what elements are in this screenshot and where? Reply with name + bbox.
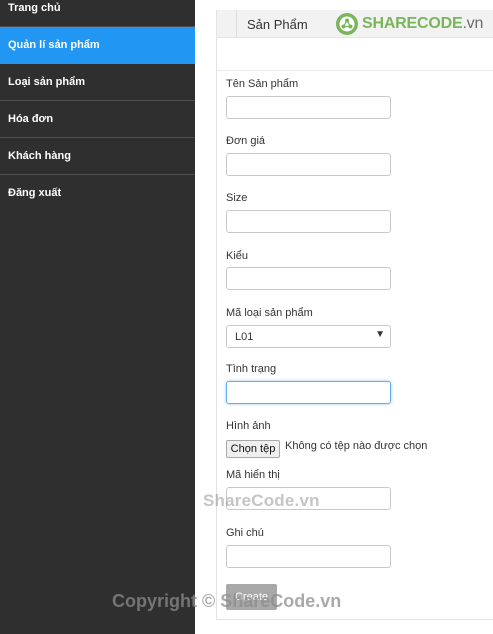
sidebar-item-label: Đăng xuất (8, 187, 62, 199)
header-divider (217, 10, 237, 38)
main-panel: Sản Phẩm SHARECODE.vn Tên Sản phẩm Đơn g… (216, 10, 493, 620)
sidebar-item-product-management[interactable]: Quản lí sản phẩm (0, 27, 195, 64)
choose-file-button[interactable]: Chọn tệp (226, 440, 280, 458)
sidebar: Trang chủ Quản lí sản phẩm Loại sản phẩm… (0, 0, 195, 634)
watermark-copyright: Copyright © ShareCode.vn (112, 591, 342, 611)
header-separator (217, 70, 493, 71)
panel-header: Sản Phẩm SHARECODE.vn (217, 10, 493, 38)
sidebar-item-product-types[interactable]: Loại sản phẩm (0, 64, 195, 101)
sidebar-item-label: Loại sản phẩm (8, 76, 86, 88)
sidebar-item-label: Quản lí sản phẩm (8, 39, 100, 51)
product-name-label: Tên Sản phẩm (226, 78, 299, 90)
note-label: Ghi chú (226, 527, 264, 539)
page-title: Sản Phẩm (247, 17, 308, 32)
category-code-select[interactable]: L01 ▼ (226, 325, 391, 348)
sharecode-logo-icon (336, 13, 358, 35)
sidebar-item-label: Khách hàng (8, 150, 71, 162)
style-input[interactable] (226, 267, 391, 290)
chevron-down-icon: ▼ (375, 329, 385, 340)
logo-text: SHARECODE.vn (362, 15, 484, 32)
sidebar-item-invoices[interactable]: Hóa đơn (0, 101, 195, 138)
size-input[interactable] (226, 210, 391, 233)
status-label: Tình trạng (226, 363, 277, 375)
sidebar-item-customers[interactable]: Khách hàng (0, 138, 195, 175)
note-input[interactable] (226, 545, 391, 568)
unit-price-input[interactable] (226, 153, 391, 176)
sidebar-item-label: Hóa đơn (8, 113, 54, 125)
category-code-label: Mã loại sản phẩm (226, 307, 313, 319)
sharecode-logo: SHARECODE.vn (335, 11, 483, 37)
sidebar-item-logout[interactable]: Đăng xuất (0, 175, 195, 212)
watermark-center: ShareCode.vn (203, 491, 320, 510)
image-label: Hình ảnh (226, 420, 271, 432)
display-code-label: Mã hiển thị (226, 469, 280, 481)
status-input[interactable] (226, 381, 391, 404)
unit-price-label: Đơn giá (226, 135, 266, 147)
sidebar-item-home[interactable]: Trang chủ (0, 0, 195, 27)
size-label: Size (226, 192, 248, 204)
sidebar-item-label: Trang chủ (8, 2, 61, 14)
style-label: Kiểu (226, 250, 249, 262)
category-code-value: L01 (235, 331, 254, 343)
file-status-text: Không có tệp nào được chọn (285, 440, 428, 452)
product-name-input[interactable] (226, 96, 391, 119)
